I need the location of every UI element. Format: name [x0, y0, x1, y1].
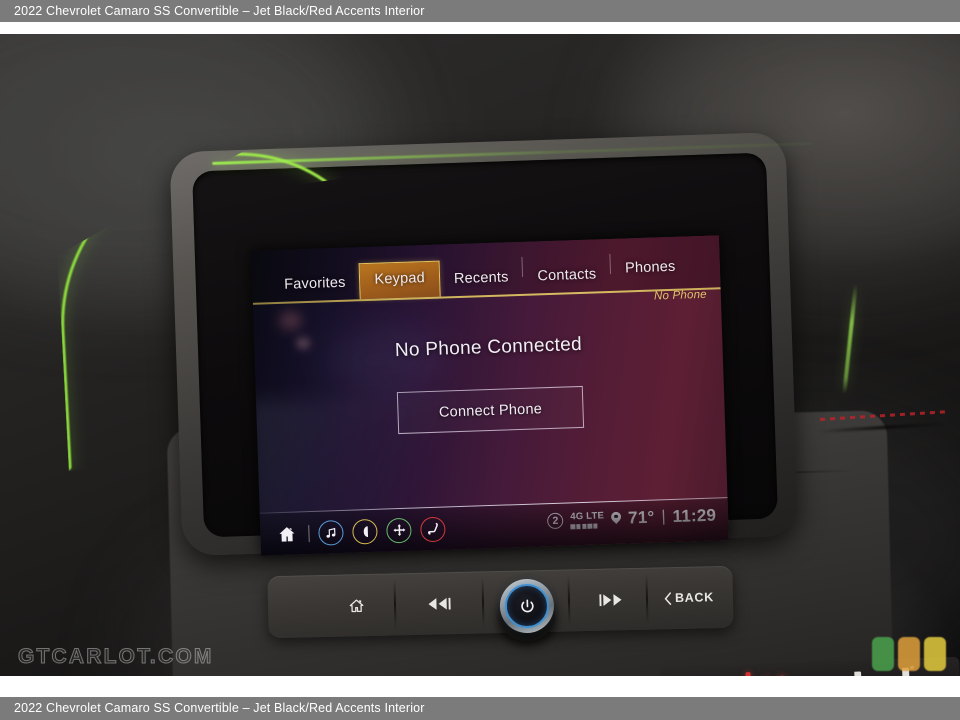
swatch-yellow [924, 637, 946, 671]
home-icon[interactable] [274, 521, 300, 547]
phone-screen-body: No Phone Connected Connect Phone [253, 289, 727, 494]
bottom-white-divider [0, 676, 960, 697]
power-icon [520, 598, 534, 612]
vehicle-seat-icon[interactable] [419, 516, 446, 542]
tab-recents[interactable]: Recents [439, 260, 523, 297]
ambient-light-strip-right [842, 284, 858, 394]
home-button[interactable] [319, 573, 392, 637]
swatch-green [872, 637, 894, 671]
site-watermark: GTCARLOT.COM [18, 645, 214, 669]
connect-phone-button[interactable]: Connect Phone [396, 385, 585, 435]
navigation-icon[interactable] [386, 517, 412, 544]
infotainment-screen[interactable]: Favorites Keypad Recents Contacts Phones… [251, 235, 729, 556]
tab-phones[interactable]: Phones [611, 249, 690, 286]
next-track-button[interactable] [567, 568, 646, 632]
swatch-orange [898, 637, 920, 671]
color-swatch-badges [872, 637, 946, 671]
fast-forward-icon [599, 593, 622, 606]
top-white-divider [0, 22, 960, 34]
dock-divider [308, 524, 310, 542]
tab-keypad[interactable]: Keypad [358, 260, 441, 300]
power-volume-knob[interactable] [496, 578, 557, 642]
music-icon[interactable] [318, 519, 344, 546]
previous-track-button[interactable] [403, 571, 482, 635]
phone-icon[interactable] [352, 518, 378, 545]
tab-contacts[interactable]: Contacts [523, 257, 611, 294]
button-separator-1 [393, 579, 397, 630]
vehicle-interior-photo: Favorites Keypad Recents Contacts Phones… [0, 34, 960, 697]
no-phone-connected-heading: No Phone Connected [394, 333, 583, 362]
back-button-label: BACK [674, 590, 715, 606]
rewind-icon [428, 597, 451, 610]
tab-favorites[interactable]: Favorites [270, 265, 361, 302]
chevron-left-icon [664, 591, 672, 605]
home-icon [349, 598, 363, 612]
page-title-bottom: 2022 Chevrolet Camaro SS Convertible – J… [0, 697, 960, 720]
page-title-top: 2022 Chevrolet Camaro SS Convertible – J… [0, 0, 960, 22]
back-button[interactable]: BACK [645, 566, 732, 630]
